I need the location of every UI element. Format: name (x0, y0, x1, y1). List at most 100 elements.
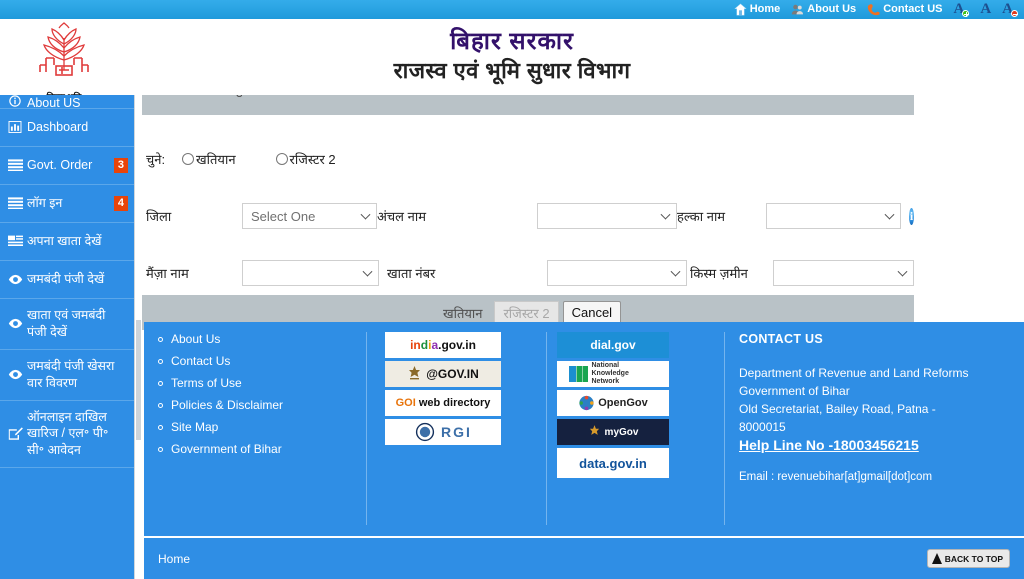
radio-button-icon[interactable] (182, 153, 194, 165)
topnav-home-link[interactable]: Home (733, 3, 781, 16)
helpline-link[interactable]: Help Line No -18003456215 (739, 437, 919, 453)
content-scrollbar[interactable] (134, 95, 141, 579)
cancel-button[interactable]: Cancel (562, 300, 622, 325)
footer-link-policies-disclaimer[interactable]: Policies & Disclaimer (158, 398, 366, 412)
chevron-down-icon (660, 209, 671, 220)
mauza-label: मैंज़ा नाम (146, 266, 189, 281)
font-normal-icon[interactable]: A (980, 2, 991, 17)
choose-label: चुने: (146, 152, 166, 167)
back-to-top-button[interactable]: BACK TO TOP (926, 549, 1010, 568)
contact-us-title: CONTACT US (739, 332, 824, 346)
footer-link-terms-of-use[interactable]: Terms of Use (158, 376, 366, 390)
footer-home-link[interactable]: Home (158, 552, 190, 566)
footer-link-government-of-bihar[interactable]: Government of Bihar (158, 442, 366, 456)
sidebar-item-jamabandi-panji[interactable]: जमबंदी पंजी देखें (0, 261, 134, 299)
radio-khatiyan[interactable]: खतियान (182, 150, 236, 168)
contact-address: Old Secretariat, Bailey Road, Patna - (739, 402, 936, 416)
sidebar-badge: 4 (113, 196, 128, 211)
font-increase-icon[interactable]: A (953, 2, 970, 17)
topnav-contact-link[interactable]: Contact US (867, 3, 942, 16)
bullet-icon (158, 424, 163, 430)
info-tooltip-icon[interactable]: i (909, 207, 914, 225)
rgi-emblem-icon (415, 422, 435, 442)
page-root: Home About Us Contact US A A A बिहार सरक… (0, 0, 1024, 579)
footer-link-site-map[interactable]: Site Map (158, 420, 366, 434)
radio-register2[interactable]: रजिस्टर 2 (275, 150, 336, 168)
sidebar-item-khata-evam-jamabandi[interactable]: खाता एवं जमबंदी पंजी देखें (0, 299, 134, 350)
font-decrease-icon[interactable]: A (1002, 2, 1018, 17)
site-header: बिहार भूमि बिहार सरकार राजस्व एवं भूमि स… (0, 19, 1024, 102)
district-label: जिला (146, 209, 172, 224)
data-gov-in-logo[interactable]: data.gov.in (557, 448, 669, 478)
gov-in-label: @GOV.IN (426, 367, 479, 381)
footer-link-label: Site Map (171, 420, 219, 434)
dial-gov-label: dial.gov (590, 338, 636, 352)
circle-label: अंचल नाम (377, 209, 426, 224)
sidebar-item-govt-order[interactable]: Govt. Order 3 (0, 147, 134, 185)
mauza-select[interactable] (242, 260, 379, 286)
sidebar-item-label: About US (27, 96, 81, 109)
footer-link-about-us[interactable]: About Us (158, 332, 366, 346)
radio-button-icon[interactable] (275, 153, 288, 165)
footer-link-label: About Us (171, 332, 221, 346)
land-type-select[interactable] (773, 260, 914, 286)
footer-link-label: Government of Bihar (171, 442, 282, 456)
sidebar-item-khesra-war-vivran[interactable]: जमबंदी पंजी खेसरा वार विवरण (0, 350, 134, 401)
district-select[interactable]: Select One (242, 203, 377, 229)
page-subtitle: राजस्व एवं भूमि सुधार विभाग (393, 58, 631, 83)
arrow-up-icon (931, 553, 942, 564)
gov-in-logo[interactable]: @GOV.IN (385, 361, 501, 387)
contact-department: Department of Revenue and Land Reforms (739, 366, 969, 380)
opengov-mark-icon (579, 395, 594, 411)
document-icon (8, 235, 23, 248)
font-normal-label: A (980, 1, 992, 17)
footer-logos-column-1: indiaindia.gov.in.gov.in @GOV.IN GOI web… (366, 332, 546, 525)
panel-header-strip: 3 (142, 95, 914, 115)
footer-link-label: Policies & Disclaimer (171, 398, 284, 412)
sidebar-item-online-dakhil-kharij[interactable]: ऑनलाइन दाखिल खारिज / एल॰ पी॰ सी॰ आवेदन (0, 401, 134, 469)
field-row-2: मैंज़ा नाम खाता नंबर किस्म ज़मीन (142, 260, 914, 286)
plus-badge-icon (962, 10, 970, 17)
mygov-logo[interactable]: myGov (557, 419, 669, 445)
footer-link-contact-us[interactable]: Contact Us (158, 354, 366, 368)
site-footer: About Us Contact Us Terms of Use Policie… (144, 322, 1024, 579)
info-icon (8, 95, 23, 108)
sidebar-item-label: Govt. Order (27, 158, 93, 173)
opengov-logo[interactable]: OpenGov (557, 390, 669, 416)
record-type-row: चुने: खतियान रजिस्टर 2 (142, 150, 914, 168)
bullet-icon (158, 358, 163, 364)
dial-gov-logo[interactable]: dial.gov (557, 332, 669, 358)
india-gov-in-logo[interactable]: indiaindia.gov.in.gov.in (385, 332, 501, 358)
sidebar-item-apna-khata[interactable]: अपना खाता देखें (0, 223, 134, 261)
national-knowledge-network-logo[interactable]: National Knowledge Network (557, 361, 669, 387)
top-navigation-bar: Home About Us Contact US A A A (0, 0, 1024, 19)
register2-button[interactable]: रजिस्टर 2 (494, 300, 559, 325)
sidebar-item-about-us[interactable]: About US (0, 95, 134, 109)
eye-icon (8, 273, 23, 286)
goi-web-directory-logo[interactable]: GOI web directory GOI web directory (385, 390, 501, 416)
footer-link-label: Terms of Use (171, 376, 242, 390)
khatiyan-button[interactable]: खतियान (435, 301, 491, 325)
sidebar-item-dashboard[interactable]: Dashboard (0, 109, 134, 147)
sidebar-item-login[interactable]: लॉग इन 4 (0, 185, 134, 223)
field-row-1: जिला Select One अंचल नाम हल्का नाम i (142, 203, 914, 229)
footer-link-label: Contact Us (171, 354, 231, 368)
circle-select[interactable] (537, 203, 677, 229)
halka-label: हल्का नाम (677, 209, 726, 224)
khata-number-select[interactable] (547, 260, 687, 286)
bullet-icon (158, 402, 163, 408)
scrollbar-thumb[interactable] (136, 320, 141, 440)
topnav-home-label: Home (749, 3, 781, 15)
sidebar: About US Dashboard Govt. Order 3 लॉग इन … (0, 95, 134, 579)
rgi-logo[interactable]: RGI (385, 419, 501, 445)
radio-khatiyan-label: खतियान (196, 152, 236, 167)
sidebar-item-label: खाता एवं जमबंदी पंजी देखें (27, 308, 106, 339)
topnav-about-link[interactable]: About Us (791, 3, 856, 16)
page-title: बिहार सरकार (450, 28, 574, 55)
district-select-value: Select One (251, 208, 316, 224)
chevron-down-icon (362, 266, 373, 277)
halka-select[interactable] (765, 203, 901, 229)
rgi-label: RGI (441, 424, 472, 440)
sidebar-item-label: लॉग इन (27, 196, 63, 211)
topnav-contact-label: Contact US (883, 3, 943, 15)
